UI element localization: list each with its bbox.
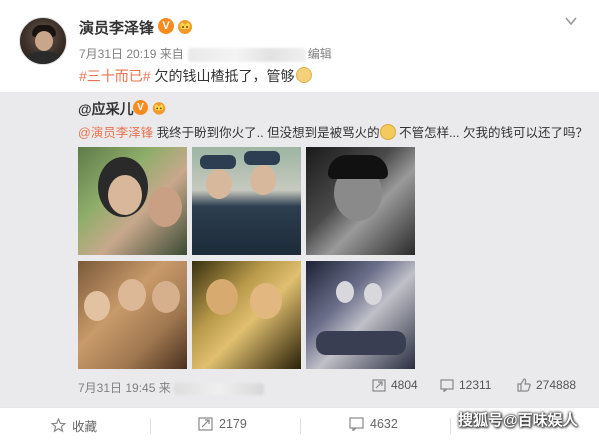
repost-icon	[372, 379, 386, 392]
post-body: 欠的钱山楂抵了，管够	[150, 68, 295, 84]
divider	[450, 418, 451, 434]
divider	[300, 418, 301, 434]
edited-label: 编辑	[307, 47, 332, 61]
repost-author[interactable]: @应采儿	[78, 99, 134, 119]
repost-body-1: 我终于盼到你火了.. 但没想到是被骂火的	[153, 126, 380, 140]
photo-6[interactable]	[306, 261, 415, 369]
repost-comment-button[interactable]: 12311	[440, 378, 491, 392]
author-name[interactable]: 演员李泽锋	[79, 17, 154, 38]
verified-icon: V	[158, 18, 174, 34]
comment-button[interactable]: 4632	[349, 416, 398, 431]
mention-link[interactable]: @演员李泽锋	[78, 126, 153, 140]
photo-2[interactable]	[192, 147, 301, 255]
repost-repost-button[interactable]: 4804	[372, 378, 418, 392]
repost-like-button[interactable]: 274888	[517, 378, 576, 392]
photo-5[interactable]	[192, 261, 301, 369]
comment-count: 4632	[370, 416, 398, 431]
cat-emoji-icon	[296, 67, 313, 83]
post-source-prefix: 来自	[159, 47, 184, 61]
photo-3[interactable]	[306, 147, 415, 255]
post-meta: 7月31日 20:19 来自 编辑	[79, 45, 332, 62]
repost-comment-count: 12311	[459, 378, 492, 392]
author-avatar[interactable]	[19, 17, 67, 65]
member-crown-icon	[178, 20, 192, 34]
repost-like-count: 274888	[536, 378, 577, 392]
photo-4[interactable]	[78, 261, 187, 369]
repost-meta: 7月31日 19:45 来	[78, 379, 264, 396]
comment-icon	[349, 417, 364, 431]
comment-icon	[440, 379, 454, 392]
repost-repost-count: 4804	[391, 378, 418, 392]
favorite-button[interactable]: 收藏	[51, 416, 97, 435]
repost-verified-icon: V	[133, 100, 148, 115]
photo-1[interactable]	[78, 147, 187, 255]
repost-button[interactable]: 2179	[198, 416, 247, 431]
sweat-emoji-icon	[379, 124, 396, 140]
repost-date[interactable]: 7月31日 19:45	[78, 381, 155, 395]
post-date[interactable]: 7月31日 20:19	[79, 47, 156, 61]
repost-text: @演员李泽锋 我终于盼到你火了.. 但没想到是被骂火的 不管怎样... 欠我的钱…	[78, 122, 588, 141]
repost-block[interactable]: @应采儿 V @演员李泽锋 我终于盼到你火了.. 但没想到是被骂火的 不管怎样.…	[0, 92, 599, 407]
favorite-label: 收藏	[72, 420, 98, 434]
watermark: 搜狐号@百味娱人	[458, 412, 578, 429]
divider	[150, 418, 151, 434]
weibo-post-card: 演员李泽锋 V 7月31日 20:19 来自 编辑 #三十而已# 欠的钱山楂抵了，…	[0, 0, 599, 443]
post-text: #三十而已# 欠的钱山楂抵了，管够	[79, 66, 313, 86]
thumbs-up-icon	[517, 378, 531, 392]
blurred-source	[187, 47, 306, 62]
photo-grid	[78, 147, 415, 371]
repost-icon	[198, 417, 213, 431]
repost-source-prefix: 来	[158, 381, 171, 395]
hashtag-link[interactable]: #三十而已#	[79, 68, 151, 84]
repost-count: 2179	[219, 416, 247, 431]
star-icon	[51, 418, 66, 433]
repost-body-2: 不管怎样... 欠我的钱可以还了吗？	[395, 126, 588, 140]
chevron-down-icon[interactable]	[563, 14, 579, 28]
blurred-repost-source	[173, 382, 264, 395]
repost-member-crown-icon	[152, 102, 166, 115]
